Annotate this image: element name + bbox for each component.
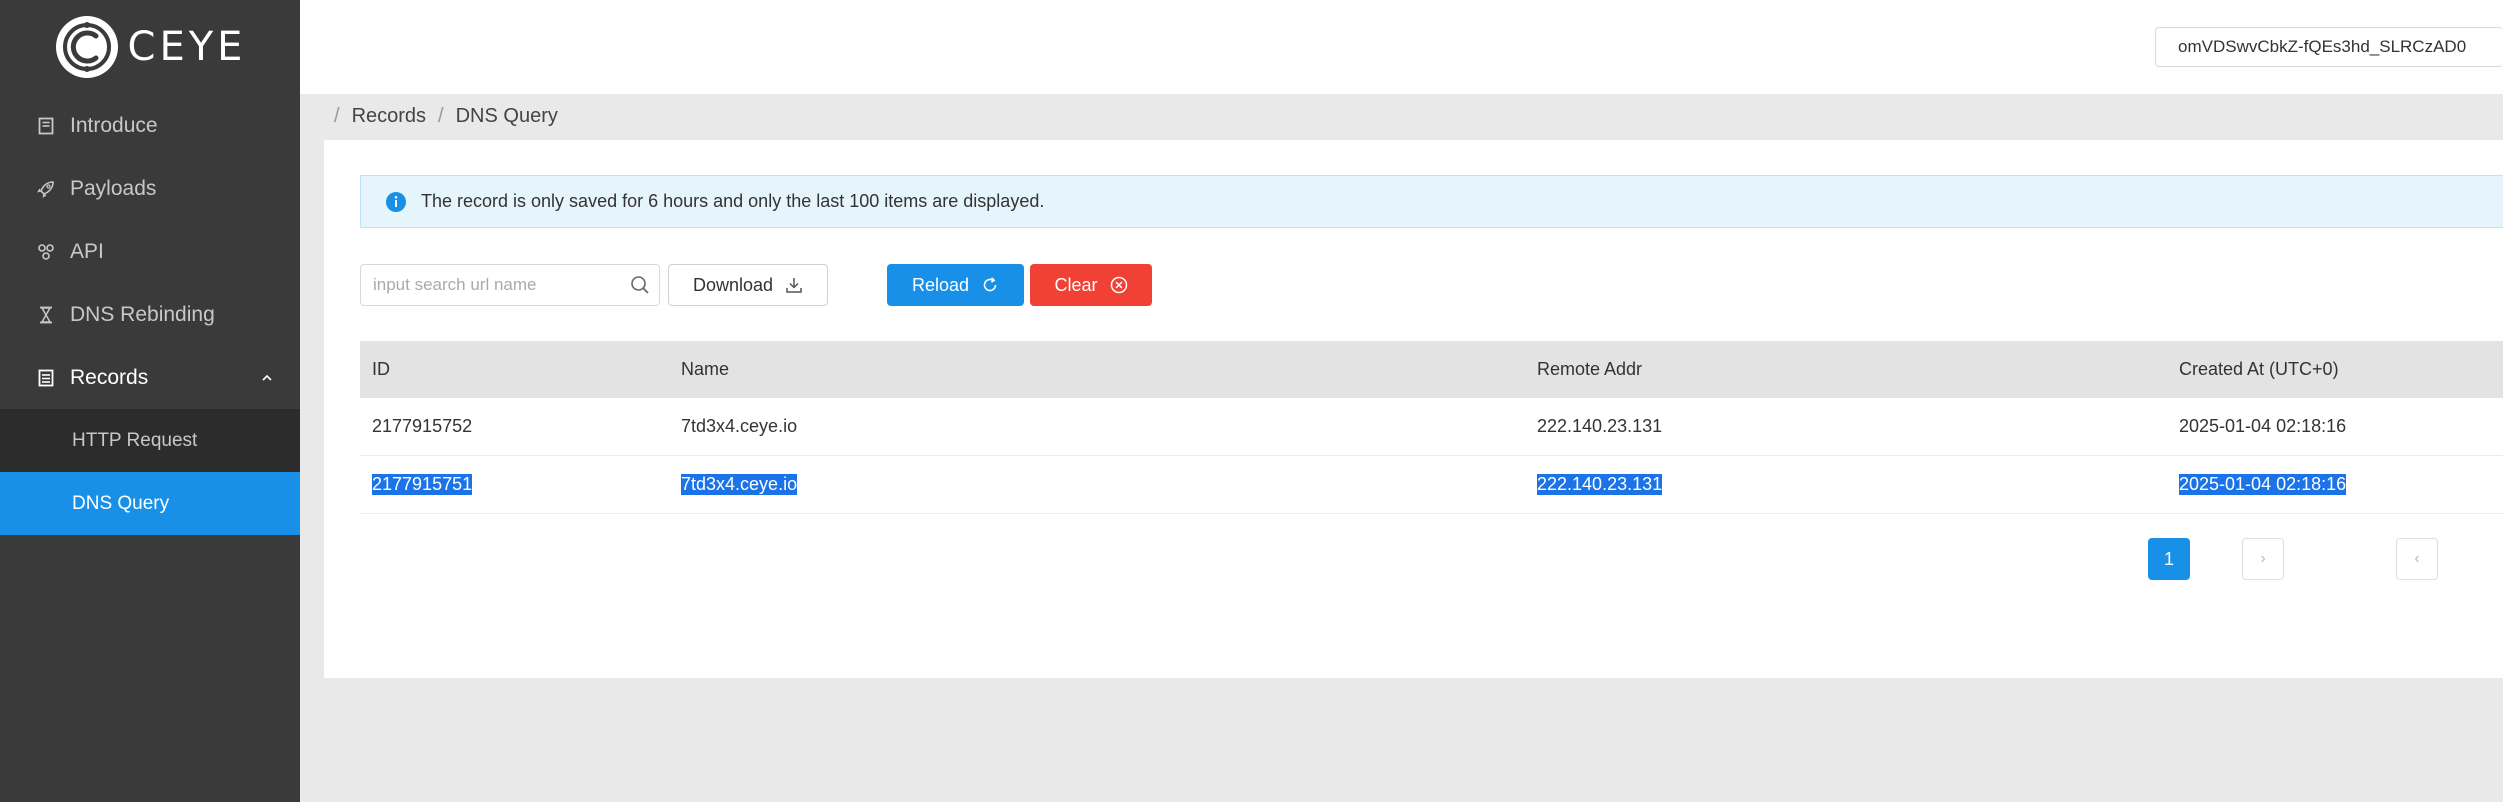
reload-button[interactable]: Reload (887, 264, 1024, 306)
close-circle-icon (1110, 276, 1127, 294)
chevron-right-icon: › (2260, 550, 2266, 567)
clear-label: Clear (1054, 274, 1098, 295)
chevron-left-icon: ‹ (2414, 550, 2420, 567)
account-dropdown[interactable]: omVDSwvCbkZ-fQEs3hd_SLRCzAD0 (2155, 27, 2503, 67)
sidebar-item-payloads[interactable]: Payloads (0, 157, 300, 220)
breadcrumb-separator: / (438, 105, 444, 127)
brand-name: CEYE (127, 24, 247, 70)
column-header-created-at[interactable]: Created At (UTC+0) (2179, 341, 2503, 398)
breadcrumb-records[interactable]: Records (352, 105, 426, 128)
cell-created-at: 2025-01-04 02:18:16 (2179, 398, 2503, 455)
sidebar-subitem-http-request[interactable]: HTTP Request (0, 409, 300, 472)
ceye-logo-icon (55, 16, 118, 78)
breadcrumb: / Records / DNS Query (334, 105, 558, 128)
column-header-remote-addr[interactable]: Remote Addr (1537, 341, 2179, 398)
api-icon (36, 242, 56, 262)
sidebar-item-label: Payloads (70, 176, 157, 200)
info-alert: The record is only saved for 6 hours and… (360, 175, 2503, 228)
cell-created-at: 2025-01-04 02:18:16 (2179, 456, 2503, 513)
rocket-icon (36, 179, 56, 199)
search-input[interactable] (361, 265, 629, 305)
page-number: 1 (2163, 548, 2174, 569)
cell-name: 7td3x4.ceye.io (681, 398, 1537, 455)
sidebar-item-api[interactable]: API (0, 220, 300, 283)
sidebar-subitem-dns-query[interactable]: DNS Query (0, 472, 300, 535)
cell-remote-addr: 222.140.23.131 (1537, 398, 2179, 455)
cell-name-text: 7td3x4.ceye.io (681, 416, 798, 436)
download-icon (786, 278, 802, 293)
sidebar: CEYE Introduce Payloads API DNS Rebindin… (0, 0, 300, 802)
records-icon (36, 368, 56, 388)
info-icon (386, 191, 406, 212)
table-row[interactable]: 2177915752 7td3x4.ceye.io 222.140.23.131… (360, 398, 2503, 456)
sidebar-item-label: API (70, 239, 104, 263)
search-icon[interactable] (629, 274, 651, 296)
cell-name: 7td3x4.ceye.io (681, 456, 1537, 513)
table-row[interactable]: 2177915751 7td3x4.ceye.io 222.140.23.131… (360, 456, 2503, 514)
chevron-up-icon[interactable] (260, 371, 274, 385)
cell-id: 2177915752 (360, 398, 681, 455)
sidebar-item-dns-rebinding[interactable]: DNS Rebinding (0, 283, 300, 346)
content-card: The record is only saved for 6 hours and… (324, 140, 2503, 678)
table-header: ID Name Remote Addr Created At (UTC+0) (360, 341, 2503, 398)
breadcrumb-current: DNS Query (455, 105, 558, 127)
logo[interactable]: CEYE (0, 0, 300, 94)
cell-id-text: 2177915752 (372, 416, 473, 436)
sidebar-subitem-label: HTTP Request (72, 429, 198, 451)
alert-text: The record is only saved for 6 hours and… (421, 191, 1045, 211)
toolbar: Download Reload Clear (360, 264, 1160, 306)
cell-remote-addr: 222.140.23.131 (1537, 456, 2179, 513)
column-header-name[interactable]: Name (681, 341, 1537, 398)
reload-icon (983, 277, 997, 292)
pagination-next[interactable]: › (2242, 538, 2284, 580)
book-icon (36, 116, 56, 136)
cell-name-text: 7td3x4.ceye.io (681, 474, 798, 495)
cell-addr-text: 222.140.23.131 (1537, 416, 1663, 436)
breadcrumb-separator: / (334, 105, 340, 127)
cell-addr-text: 222.140.23.131 (1537, 474, 1663, 495)
download-button[interactable]: Download (668, 264, 828, 306)
sidebar-item-label: Introduce (70, 113, 158, 137)
account-identifier: omVDSwvCbkZ-fQEs3hd_SLRCzAD0 (2178, 37, 2467, 56)
pagination-page-1[interactable]: 1 (2148, 538, 2190, 580)
cell-id: 2177915751 (360, 456, 681, 513)
pagination-prev[interactable]: ‹ (2396, 538, 2438, 580)
column-header-id[interactable]: ID (360, 341, 681, 398)
reload-label: Reload (911, 274, 970, 295)
search-box (360, 264, 660, 306)
sidebar-item-records[interactable]: Records (0, 346, 300, 409)
hourglass-icon (36, 305, 56, 325)
top-header: omVDSwvCbkZ-fQEs3hd_SLRCzAD0 (300, 0, 2503, 94)
cell-id-text: 2177915751 (372, 474, 473, 495)
sidebar-item-introduce[interactable]: Introduce (0, 94, 300, 157)
sidebar-item-label: Records (70, 365, 149, 389)
cell-created-text: 2025-01-04 02:18:16 (2179, 416, 2347, 436)
clear-button[interactable]: Clear (1030, 264, 1152, 306)
records-submenu: HTTP Request DNS Query (0, 409, 300, 535)
records-table: ID Name Remote Addr Created At (UTC+0) 2… (360, 341, 2503, 514)
cell-created-text: 2025-01-04 02:18:16 (2179, 474, 2347, 495)
download-label: Download (692, 274, 774, 295)
sidebar-subitem-label: DNS Query (72, 492, 170, 514)
sidebar-item-label: DNS Rebinding (70, 302, 215, 326)
